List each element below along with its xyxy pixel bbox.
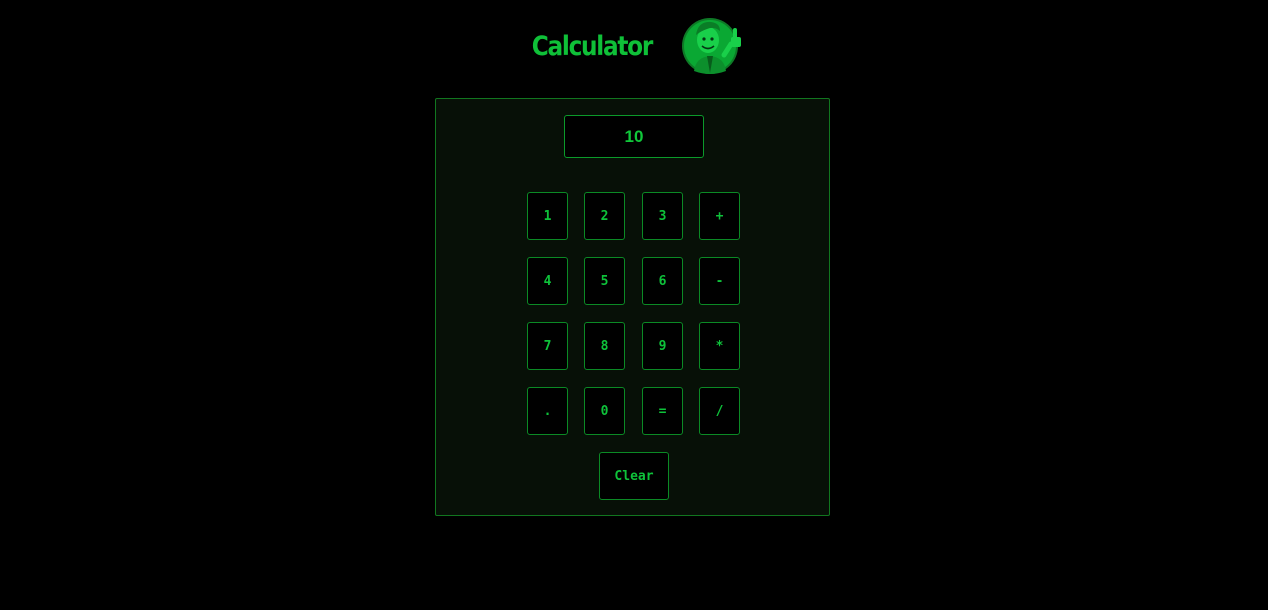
calculator-display: 10: [564, 115, 704, 158]
key-0[interactable]: 0: [584, 387, 625, 435]
calculator-page: Calculator 10 1 2 3 + 4 5 6 - 7 8 9 * . …: [0, 0, 1268, 610]
clear-button[interactable]: Clear: [599, 452, 669, 500]
key-4[interactable]: 4: [527, 257, 568, 305]
key-8[interactable]: 8: [584, 322, 625, 370]
key-9[interactable]: 9: [642, 322, 683, 370]
key-1[interactable]: 1: [527, 192, 568, 240]
key-plus[interactable]: +: [699, 192, 740, 240]
key-minus[interactable]: -: [699, 257, 740, 305]
key-7[interactable]: 7: [527, 322, 568, 370]
key-5[interactable]: 5: [584, 257, 625, 305]
key-multiply[interactable]: *: [699, 322, 740, 370]
key-divide[interactable]: /: [699, 387, 740, 435]
key-3[interactable]: 3: [642, 192, 683, 240]
key-equals[interactable]: =: [642, 387, 683, 435]
vault-boy-thumbs-up-icon: [681, 18, 741, 74]
header: Calculator: [0, 12, 1268, 78]
calculator-panel: 10 1 2 3 + 4 5 6 - 7 8 9 * . 0 = / Clear: [435, 98, 830, 516]
key-2[interactable]: 2: [584, 192, 625, 240]
page-title: Calculator: [531, 30, 653, 62]
key-decimal[interactable]: .: [527, 387, 568, 435]
key-6[interactable]: 6: [642, 257, 683, 305]
